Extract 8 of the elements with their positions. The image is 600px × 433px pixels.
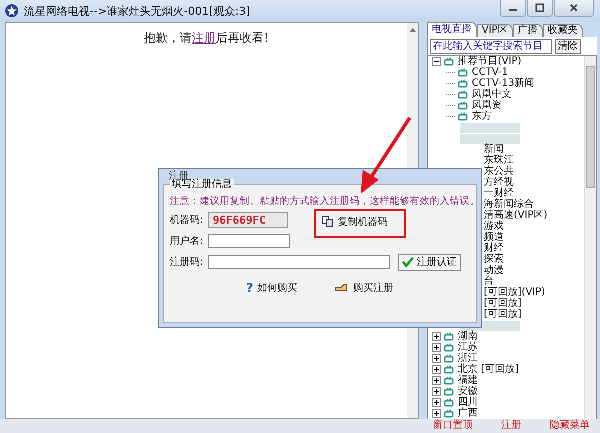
field-label: 用户名: xyxy=(170,234,204,248)
field-label: 注册码: xyxy=(170,256,204,269)
notice-text: 注意：建议用复制、粘贴的方式输入注册码，这样能够有效的 xyxy=(170,195,440,208)
field-label: 机器码: xyxy=(170,214,204,227)
notice-text: 入错误。 xyxy=(440,195,480,208)
window-title: 流星网络电视-->谁家灶头无烟火-001[观众:3] xyxy=(24,4,250,18)
register-notice: 抱歉，请注册后再收看! xyxy=(144,30,269,46)
machine-code-field: 96F669FC xyxy=(208,212,288,228)
